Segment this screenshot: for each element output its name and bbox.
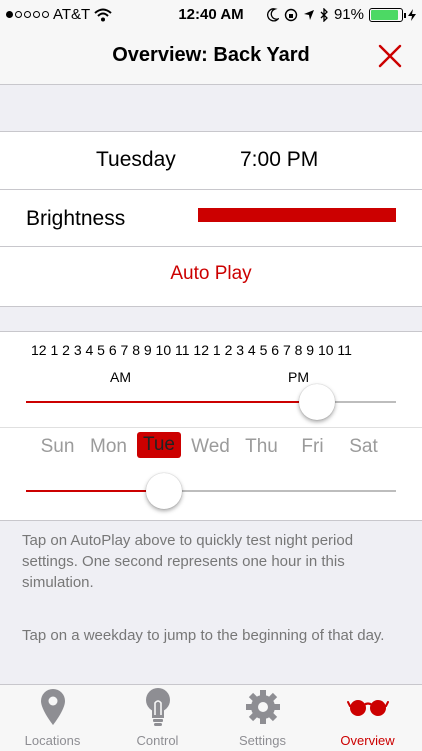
tab-bar: Locations Control Settings Overview xyxy=(0,684,422,751)
brightness-label: Brightness xyxy=(26,207,126,230)
weekday-tue[interactable]: Tue xyxy=(137,432,181,458)
hour-slider-fill xyxy=(26,401,317,403)
timeline-section xyxy=(0,331,422,521)
moon-icon xyxy=(267,7,279,21)
summary-section: Tuesday 7:00 PM Brightness Auto Play xyxy=(0,131,422,307)
weekday-mon[interactable]: Mon xyxy=(83,436,134,458)
rotation-lock-icon xyxy=(284,8,298,21)
hour-labels: 12 1 2 3 4 5 6 7 8 9 10 11 12 1 2 3 4 5 … xyxy=(31,342,352,358)
help-text-weekday: Tap on a weekday to jump to the beginnin… xyxy=(22,627,385,644)
hour-slider-knob[interactable] xyxy=(298,384,335,420)
day-slider-fill xyxy=(26,490,164,492)
weekday-fri[interactable]: Fri xyxy=(287,436,338,458)
bluetooth-icon xyxy=(320,7,328,22)
tab-settings[interactable]: Settings xyxy=(210,685,315,748)
charging-icon xyxy=(408,8,416,21)
tab-control[interactable]: Control xyxy=(105,685,210,748)
help-text-autoplay: Tap on AutoPlay above to quickly test ni… xyxy=(22,532,354,591)
schedule-time: 7:00 PM xyxy=(240,148,319,171)
weekday-selector: Sun Mon Tue Wed Thu Fri Sat xyxy=(32,432,389,458)
day-slider-knob[interactable] xyxy=(145,473,182,509)
glasses-icon xyxy=(346,700,389,716)
brightness-bar xyxy=(198,208,396,222)
schedule-day: Tuesday xyxy=(96,148,176,171)
weekday-sat[interactable]: Sat xyxy=(338,436,389,458)
tab-label: Settings xyxy=(239,733,286,748)
brightness-row: Brightness xyxy=(0,189,422,247)
navigation-bar: Overview: Back Yard xyxy=(0,30,422,85)
autoplay-row[interactable]: Auto Play xyxy=(0,247,422,305)
battery-percent: 91% xyxy=(333,6,364,23)
map-pin-icon xyxy=(40,689,65,725)
gear-icon xyxy=(245,690,280,724)
status-right: 91% xyxy=(267,6,416,23)
tab-locations[interactable]: Locations xyxy=(0,685,105,748)
battery-icon xyxy=(369,7,406,22)
close-icon[interactable] xyxy=(376,42,404,70)
weekday-thu[interactable]: Thu xyxy=(236,436,287,458)
location-arrow-icon xyxy=(303,9,314,20)
divider xyxy=(0,427,422,428)
weekday-wed[interactable]: Wed xyxy=(185,436,236,458)
schedule-row: Tuesday 7:00 PM xyxy=(0,132,422,190)
autoplay-button[interactable]: Auto Play xyxy=(0,263,422,285)
pm-label: PM xyxy=(288,369,309,385)
status-bar: AT&T 12:40 AM 91% xyxy=(0,0,422,30)
tab-label: Locations xyxy=(24,733,81,748)
tab-label: Overview xyxy=(340,733,395,748)
weekday-sun[interactable]: Sun xyxy=(32,436,83,458)
page-title: Overview: Back Yard xyxy=(112,44,310,66)
lightbulb-icon xyxy=(145,688,170,726)
am-label: AM xyxy=(110,369,131,385)
tab-label: Control xyxy=(136,733,179,748)
tab-overview[interactable]: Overview xyxy=(315,685,420,748)
